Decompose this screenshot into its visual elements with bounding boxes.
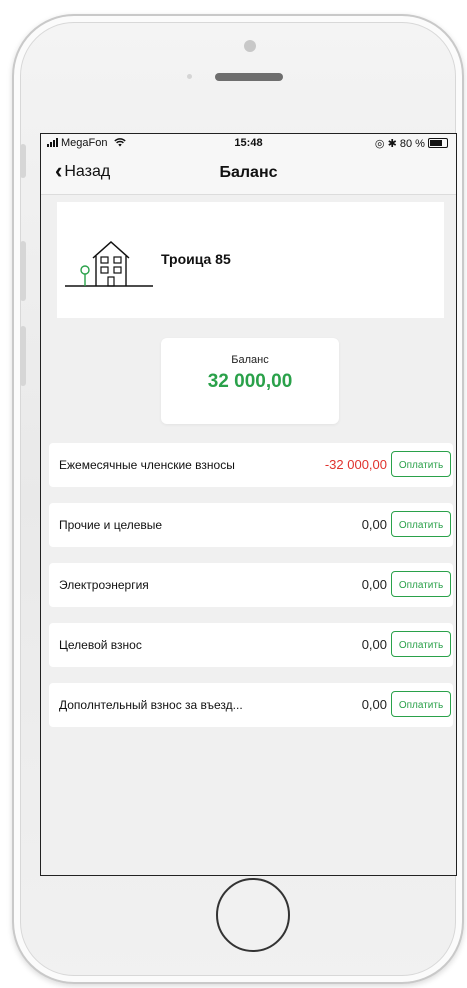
pay-button[interactable]: Оплатить bbox=[391, 511, 451, 537]
row-label: Ежемесячные членские взносы bbox=[59, 458, 235, 472]
list-item: Дополнтельный взнос за въезд... 0,00 Опл… bbox=[49, 683, 453, 727]
pay-button[interactable]: Оплатить bbox=[391, 691, 451, 717]
balance-label: Баланс bbox=[231, 354, 269, 366]
list-item: Ежемесячные членские взносы -32 000,00 О… bbox=[49, 443, 453, 487]
list-item: Прочие и целевые 0,00 Оплатить bbox=[49, 503, 453, 547]
row-label: Дополнтельный взнос за въезд... bbox=[59, 698, 243, 712]
property-name: Троица 85 bbox=[161, 251, 231, 267]
front-camera bbox=[244, 40, 256, 52]
pay-button[interactable]: Оплатить bbox=[391, 631, 451, 657]
row-amount: 0,00 bbox=[361, 577, 387, 592]
volume-up-button bbox=[20, 241, 26, 301]
app-screen: MegaFon 15:48 ◎ ✱ 80 % ‹ Назад Баланс Тр… bbox=[40, 133, 457, 876]
row-label: Прочие и целевые bbox=[59, 518, 163, 532]
page-title: Баланс bbox=[219, 164, 278, 181]
proximity-sensor bbox=[187, 74, 192, 79]
balance-card: Баланс 32 000,00 bbox=[161, 338, 339, 424]
row-label: Целевой взнос bbox=[59, 638, 142, 652]
earpiece-speaker bbox=[215, 73, 283, 81]
list-item: Электроэнергия 0,00 Оплатить bbox=[49, 563, 453, 607]
row-amount: 0,00 bbox=[361, 517, 387, 532]
mute-switch bbox=[20, 144, 26, 178]
list-item: Целевой взнос 0,00 Оплатить bbox=[49, 623, 453, 667]
lock-rotation-icon: ◎ bbox=[374, 138, 385, 150]
row-amount: -32 000,00 bbox=[324, 457, 387, 472]
battery-icon bbox=[428, 138, 448, 148]
pay-button[interactable]: Оплатить bbox=[391, 451, 451, 477]
pay-button[interactable]: Оплатить bbox=[391, 571, 451, 597]
status-bar: MegaFon 15:48 ◎ ✱ 80 % bbox=[41, 134, 456, 154]
navigation-bar: ‹ Назад Баланс bbox=[41, 154, 456, 195]
bluetooth-icon: ✱ bbox=[387, 138, 397, 150]
home-button[interactable] bbox=[216, 878, 290, 952]
status-right: ◎ ✱ 80 % bbox=[375, 137, 448, 150]
property-card[interactable]: Троица 85 bbox=[57, 202, 444, 318]
row-amount: 0,00 bbox=[361, 637, 387, 652]
row-label: Электроэнергия bbox=[59, 578, 149, 592]
battery-percent: 80 % bbox=[399, 138, 425, 150]
balance-value: 32 000,00 bbox=[207, 371, 293, 392]
house-icon bbox=[65, 240, 153, 287]
volume-down-button bbox=[20, 326, 26, 386]
row-amount: 0,00 bbox=[361, 697, 387, 712]
